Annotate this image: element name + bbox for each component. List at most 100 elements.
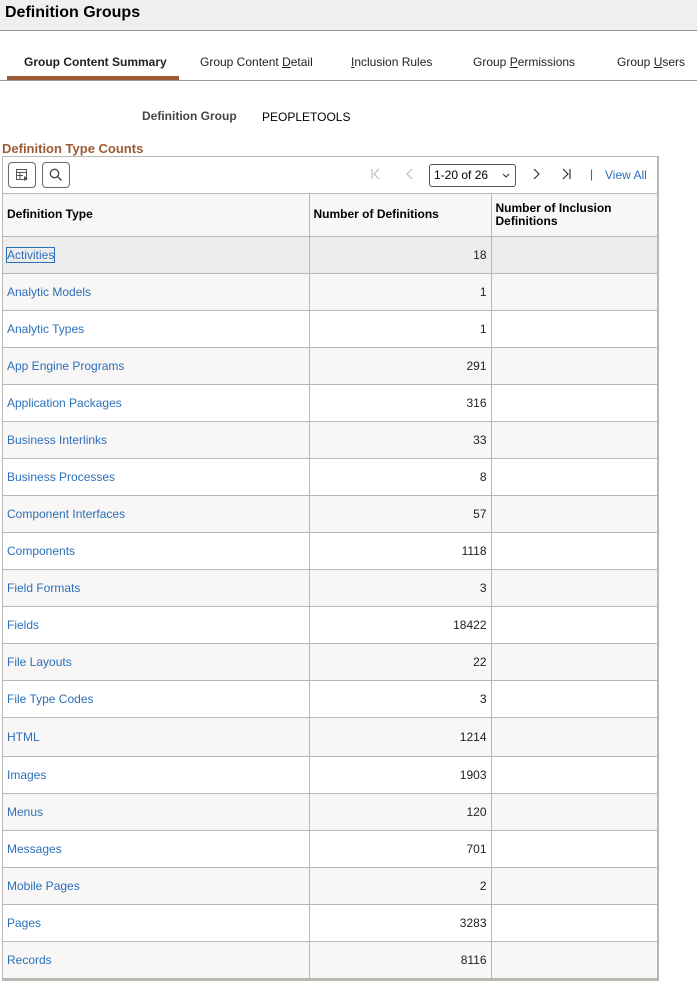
table-row[interactable]: Application Packages 316 <box>3 384 657 422</box>
number-of-definitions-cell: 1 <box>309 273 492 311</box>
definition-type-link[interactable]: Analytic Models <box>7 285 91 299</box>
definition-type-link[interactable]: Records <box>7 953 52 967</box>
definition-type-link[interactable]: Pages <box>7 916 41 930</box>
number-of-definitions-cell: 120 <box>309 793 492 831</box>
definition-type-link[interactable]: File Layouts <box>7 655 72 669</box>
table-row[interactable]: Field Formats 3 <box>3 569 657 607</box>
number-of-inclusion-definitions-cell <box>491 904 657 942</box>
table-row[interactable]: App Engine Programs 291 <box>3 347 657 385</box>
number-of-definitions-cell: 3283 <box>309 904 492 942</box>
definition-type-cell: Activities <box>3 236 310 274</box>
definition-type-link[interactable]: Menus <box>7 805 43 819</box>
definition-type-link[interactable]: File Type Codes <box>7 692 94 706</box>
definition-type-link[interactable]: Application Packages <box>7 396 122 410</box>
definition-type-grid: 1-20 of 26 | View All Definition Type Nu… <box>2 156 659 981</box>
table-row[interactable]: Business Processes 8 <box>3 458 657 496</box>
previous-page-icon[interactable] <box>404 167 416 183</box>
number-of-definitions-cell: 1118 <box>309 532 492 570</box>
number-of-inclusion-definitions-cell <box>491 830 657 868</box>
number-of-inclusion-definitions-cell <box>491 756 657 794</box>
definition-type-cell: Field Formats <box>3 569 310 607</box>
table-header-row: Definition Type Number of Definitions Nu… <box>3 194 657 237</box>
tab-inclusion-rules[interactable]: Inclusion Rules <box>351 55 432 69</box>
table-row[interactable]: Analytic Models 1 <box>3 273 657 311</box>
number-of-inclusion-definitions-cell <box>491 458 657 496</box>
definition-type-link[interactable]: Components <box>7 544 75 558</box>
view-all-link[interactable]: View All <box>605 168 647 182</box>
last-page-icon[interactable] <box>560 167 572 183</box>
table-row[interactable]: Pages 3283 <box>3 904 657 942</box>
table-row[interactable]: Analytic Types 1 <box>3 310 657 348</box>
definition-type-link[interactable]: Component Interfaces <box>7 507 125 521</box>
next-page-icon[interactable] <box>530 167 542 183</box>
number-of-definitions-cell: 18422 <box>309 606 492 644</box>
tab-group-content-detail[interactable]: Group Content Detail <box>200 55 313 69</box>
find-button[interactable] <box>42 162 70 188</box>
grid-personalize-icon <box>16 169 28 181</box>
table-row[interactable]: Components 1118 <box>3 532 657 570</box>
number-of-inclusion-definitions-cell <box>491 421 657 459</box>
tab-group-permissions[interactable]: Group Permissions <box>473 55 575 69</box>
table-row[interactable]: HTML 1214 <box>3 717 657 757</box>
personalize-grid-button[interactable] <box>8 162 36 188</box>
definition-type-link[interactable]: Images <box>7 768 46 782</box>
first-page-icon[interactable] <box>370 167 382 183</box>
definition-type-cell: Business Interlinks <box>3 421 310 459</box>
definition-type-link[interactable]: Business Processes <box>7 470 115 484</box>
definition-type-cell: Mobile Pages <box>3 867 310 905</box>
table-row[interactable]: Images 1903 <box>3 756 657 794</box>
tab-group-users[interactable]: Group Users <box>617 55 685 69</box>
definition-type-link[interactable]: HTML <box>7 730 40 744</box>
definition-group-value: PEOPLETOOLS <box>262 110 351 124</box>
table-row[interactable]: Menus 120 <box>3 793 657 831</box>
table-row[interactable]: Messages 701 <box>3 830 657 868</box>
definition-type-link[interactable]: Activities <box>5 246 56 263</box>
number-of-definitions-cell: 8 <box>309 458 492 496</box>
number-of-definitions-cell: 701 <box>309 830 492 868</box>
chevron-down-icon <box>502 165 510 194</box>
column-header-number-of-definitions[interactable]: Number of Definitions <box>309 194 492 237</box>
table-row[interactable]: Records 8116 <box>3 941 657 978</box>
number-of-inclusion-definitions-cell <box>491 680 657 718</box>
definition-type-link[interactable]: Messages <box>7 842 62 856</box>
definition-type-link[interactable]: App Engine Programs <box>7 359 124 373</box>
number-of-inclusion-definitions-cell <box>491 347 657 385</box>
table-row[interactable]: Component Interfaces 57 <box>3 495 657 533</box>
number-of-inclusion-definitions-cell <box>491 643 657 681</box>
definition-type-link[interactable]: Mobile Pages <box>7 879 80 893</box>
number-of-definitions-cell: 57 <box>309 495 492 533</box>
number-of-definitions-cell: 1903 <box>309 756 492 794</box>
definition-type-link[interactable]: Analytic Types <box>7 322 84 336</box>
number-of-inclusion-definitions-cell <box>491 717 657 757</box>
definition-type-link[interactable]: Fields <box>7 618 39 632</box>
number-of-inclusion-definitions-cell <box>491 532 657 570</box>
column-header-definition-type[interactable]: Definition Type <box>3 194 310 237</box>
table-row[interactable]: File Type Codes 3 <box>3 680 657 718</box>
definition-type-cell: Images <box>3 756 310 794</box>
number-of-definitions-cell: 291 <box>309 347 492 385</box>
number-of-definitions-cell: 2 <box>309 867 492 905</box>
definition-type-cell: Application Packages <box>3 384 310 422</box>
definition-type-cell: Component Interfaces <box>3 495 310 533</box>
tab-group-content-summary[interactable]: Group Content Summary <box>24 55 167 69</box>
definition-type-cell: Components <box>3 532 310 570</box>
number-of-inclusion-definitions-cell <box>491 606 657 644</box>
definition-type-cell: Records <box>3 941 310 978</box>
number-of-definitions-cell: 1214 <box>309 717 492 757</box>
number-of-inclusion-definitions-cell <box>491 310 657 348</box>
table-row[interactable]: Business Interlinks 33 <box>3 421 657 459</box>
table-row[interactable]: Mobile Pages 2 <box>3 867 657 905</box>
number-of-definitions-cell: 33 <box>309 421 492 459</box>
definition-type-cell: Fields <box>3 606 310 644</box>
number-of-definitions-cell: 18 <box>309 236 492 274</box>
definition-type-cell: HTML <box>3 717 310 757</box>
definition-type-link[interactable]: Business Interlinks <box>7 433 107 447</box>
table-row[interactable]: Fields 18422 <box>3 606 657 644</box>
page-range-select[interactable]: 1-20 of 26 <box>429 164 516 187</box>
table-row[interactable]: Activities 18 <box>3 236 657 274</box>
tab-bar: Group Content Summary Group Content Deta… <box>0 31 697 81</box>
table-row[interactable]: File Layouts 22 <box>3 643 657 681</box>
definition-group-label: Definition Group <box>142 109 237 123</box>
definition-type-link[interactable]: Field Formats <box>7 581 80 595</box>
column-header-number-of-inclusion-definitions[interactable]: Number of Inclusion Definitions <box>491 194 657 237</box>
